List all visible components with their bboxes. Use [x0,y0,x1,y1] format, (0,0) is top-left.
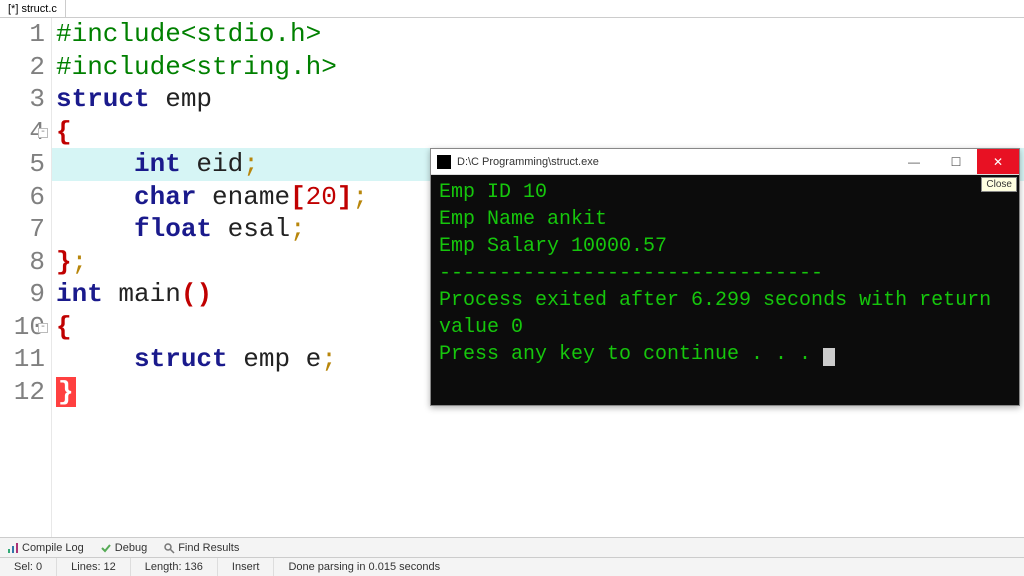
minimize-button[interactable]: — [893,149,935,174]
line-gutter: 1234-5678910-1112 [0,18,52,537]
code-line[interactable]: #include<stdio.h> [52,18,1024,51]
code-line[interactable]: #include<string.h> [52,51,1024,84]
status-length: Length: 136 [131,558,218,576]
bottom-tab-bar: Compile Log Debug Find Results [0,537,1024,557]
window-buttons: — ☐ ✕ [893,149,1019,174]
find-results-tab[interactable]: Find Results [160,541,242,555]
code-line[interactable]: struct emp [52,83,1024,116]
file-tab[interactable]: [*] struct.c [0,0,66,17]
code-line[interactable]: { [52,116,1024,149]
close-tooltip: Close [981,177,1017,192]
console-title: D:\C Programming\struct.exe [457,156,893,168]
compile-log-tab[interactable]: Compile Log [4,541,87,555]
find-results-label: Find Results [178,542,239,554]
compile-log-label: Compile Log [22,542,84,554]
console-titlebar[interactable]: D:\C Programming\struct.exe — ☐ ✕ [431,149,1019,175]
status-lines: Lines: 12 [57,558,131,576]
status-parse: Done parsing in 0.015 seconds [274,558,1024,576]
chart-icon [7,542,19,554]
status-mode: Insert [218,558,275,576]
console-window[interactable]: D:\C Programming\struct.exe — ☐ ✕ Close … [430,148,1020,406]
maximize-button[interactable]: ☐ [935,149,977,174]
debug-label: Debug [115,542,147,554]
status-sel: Sel: 0 [0,558,57,576]
close-button[interactable]: ✕ [977,149,1019,174]
console-icon [437,155,451,169]
debug-tab[interactable]: Debug [97,541,150,555]
check-icon [100,542,112,554]
fold-toggle[interactable]: - [38,128,48,138]
status-bar: Sel: 0 Lines: 12 Length: 136 Insert Done… [0,557,1024,576]
console-output: Emp ID 10Emp Name ankitEmp Salary 10000.… [431,175,1019,405]
search-icon [163,542,175,554]
tab-bar: [*] struct.c [0,0,1024,18]
fold-toggle[interactable]: - [38,323,48,333]
